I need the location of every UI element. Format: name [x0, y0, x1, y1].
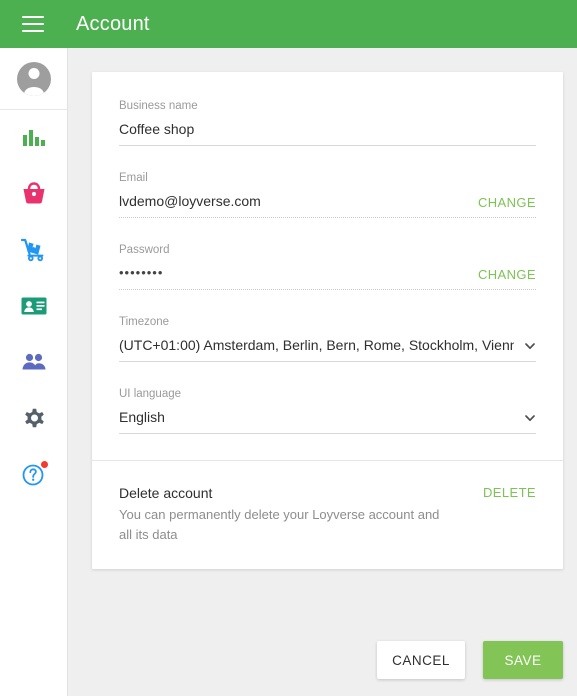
delete-account-text: Delete account You can permanently delet…: [119, 483, 449, 545]
chevron-down-icon: [524, 340, 536, 352]
ui-language-select[interactable]: English: [119, 408, 536, 434]
hamburger-bar: [22, 30, 44, 32]
change-email-button[interactable]: CHANGE: [466, 195, 536, 210]
account-form: Business name Coffee shop Email lvdemo@l…: [92, 72, 563, 460]
field-ui-language: UI language English: [119, 386, 536, 434]
page-title: Account: [76, 12, 150, 35]
account-settings-card: Business name Coffee shop Email lvdemo@l…: [92, 72, 563, 569]
content-area: Business name Coffee shop Email lvdemo@l…: [68, 48, 577, 696]
sidebar: [0, 48, 68, 696]
hamburger-bar: [22, 23, 44, 25]
field-password: Password •••••••• CHANGE: [119, 242, 536, 290]
sidebar-item-settings[interactable]: [0, 390, 67, 446]
delete-account-description: You can permanently delete your Loyverse…: [119, 507, 440, 542]
field-value: English: [119, 409, 165, 425]
gear-icon: [24, 408, 44, 428]
hamburger-icon[interactable]: [22, 16, 44, 32]
sidebar-item-employees[interactable]: [0, 278, 67, 334]
field-email: Email lvdemo@loyverse.com CHANGE: [119, 170, 536, 218]
field-label: Password: [119, 244, 170, 256]
field-value: ••••••••: [119, 265, 164, 280]
field-label: UI language: [119, 388, 182, 400]
timezone-select[interactable]: (UTC+01:00) Amsterdam, Berlin, Bern, Rom…: [119, 336, 536, 362]
app-header: Account: [0, 0, 577, 48]
account-settings-page: Account Business name Coffee shop Email …: [0, 0, 577, 696]
sidebar-item-inventory[interactable]: [0, 222, 67, 278]
form-actions: CANCEL SAVE: [68, 624, 577, 696]
id-card-icon: [21, 297, 46, 315]
bar-chart-icon: [22, 130, 45, 146]
sidebar-avatar-item[interactable]: [0, 48, 67, 110]
sidebar-item-reports[interactable]: [0, 110, 67, 166]
field-value: Coffee shop: [119, 121, 195, 137]
password-row: •••••••• CHANGE: [119, 264, 536, 290]
delete-account-button[interactable]: DELETE: [483, 485, 536, 500]
people-icon: [22, 353, 45, 370]
help-notification-badge: [40, 460, 49, 469]
field-label: Timezone: [119, 316, 170, 328]
trolley-icon: [20, 238, 43, 262]
cancel-button[interactable]: CANCEL: [377, 641, 465, 679]
business-name-input[interactable]: Coffee shop: [119, 120, 536, 146]
save-button[interactable]: SAVE: [483, 641, 563, 679]
sidebar-item-help[interactable]: [0, 446, 67, 502]
sidebar-item-sales[interactable]: [0, 166, 67, 222]
field-business-name: Business name Coffee shop: [119, 98, 536, 146]
email-row: lvdemo@loyverse.com CHANGE: [119, 192, 536, 218]
field-label: Business name: [119, 100, 198, 112]
chevron-down-icon: [524, 412, 536, 424]
field-label: Email: [119, 172, 148, 184]
field-value: (UTC+01:00) Amsterdam, Berlin, Bern, Rom…: [119, 337, 514, 353]
basket-icon: [23, 182, 44, 204]
sidebar-item-customers[interactable]: [0, 334, 67, 390]
delete-account-section: Delete account You can permanently delet…: [92, 461, 563, 569]
change-password-button[interactable]: CHANGE: [466, 267, 536, 282]
field-timezone: Timezone (UTC+01:00) Amsterdam, Berlin, …: [119, 314, 536, 362]
avatar-icon: [16, 61, 51, 96]
hamburger-bar: [22, 16, 44, 18]
delete-account-title: Delete account: [119, 485, 213, 501]
field-value: lvdemo@loyverse.com: [119, 193, 261, 209]
